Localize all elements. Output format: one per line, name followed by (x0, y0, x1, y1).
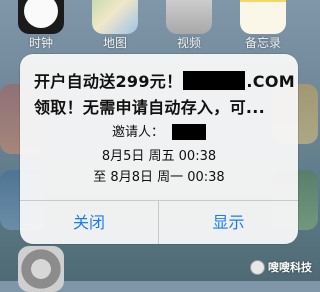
show-button[interactable]: 显示 (159, 201, 298, 244)
video-app-icon[interactable] (166, 0, 212, 34)
redacted-domain (183, 71, 246, 90)
clock-face (24, 0, 58, 28)
watermark-text: 嗖嗖科技 (268, 261, 312, 274)
redacted-inviter (172, 123, 206, 140)
alert-title-line2: 领取！无需申请自动存入，可... (34, 98, 266, 117)
settings-app-icon[interactable] (18, 246, 64, 292)
app-label-notes: 备忘录 (244, 36, 281, 50)
alert-title-prefix: 开户自动送299元！ (34, 72, 183, 91)
watermark-logo-icon (250, 259, 265, 275)
app-label-maps: 地图 (102, 36, 127, 50)
watermark: 嗖嗖科技 (250, 259, 312, 275)
close-button[interactable]: 关闭 (20, 201, 158, 244)
inviter-label: 邀请人： (111, 125, 164, 140)
maps-app-icon[interactable] (92, 0, 138, 34)
alert-title-line1: 开户自动送299元！ .COM (34, 68, 295, 92)
alert-title-suffix: .COM (246, 72, 295, 91)
alert-inviter-line: 邀请人： (20, 121, 298, 141)
app-label-video: 视频 (176, 36, 201, 50)
notes-app-icon[interactable] (240, 0, 286, 34)
alert-dialog: 开户自动送299元！ .COM 领取！无需申请自动存入，可... 邀请人： 8月5… (20, 54, 298, 244)
app-label-clock: 时钟 (28, 36, 53, 50)
alert-time-start: 8月5日 周五 00:38 (101, 149, 217, 164)
clock-app-icon[interactable] (18, 0, 64, 34)
alert-time-end: 至 8月8日 周一 00:38 (93, 170, 225, 185)
